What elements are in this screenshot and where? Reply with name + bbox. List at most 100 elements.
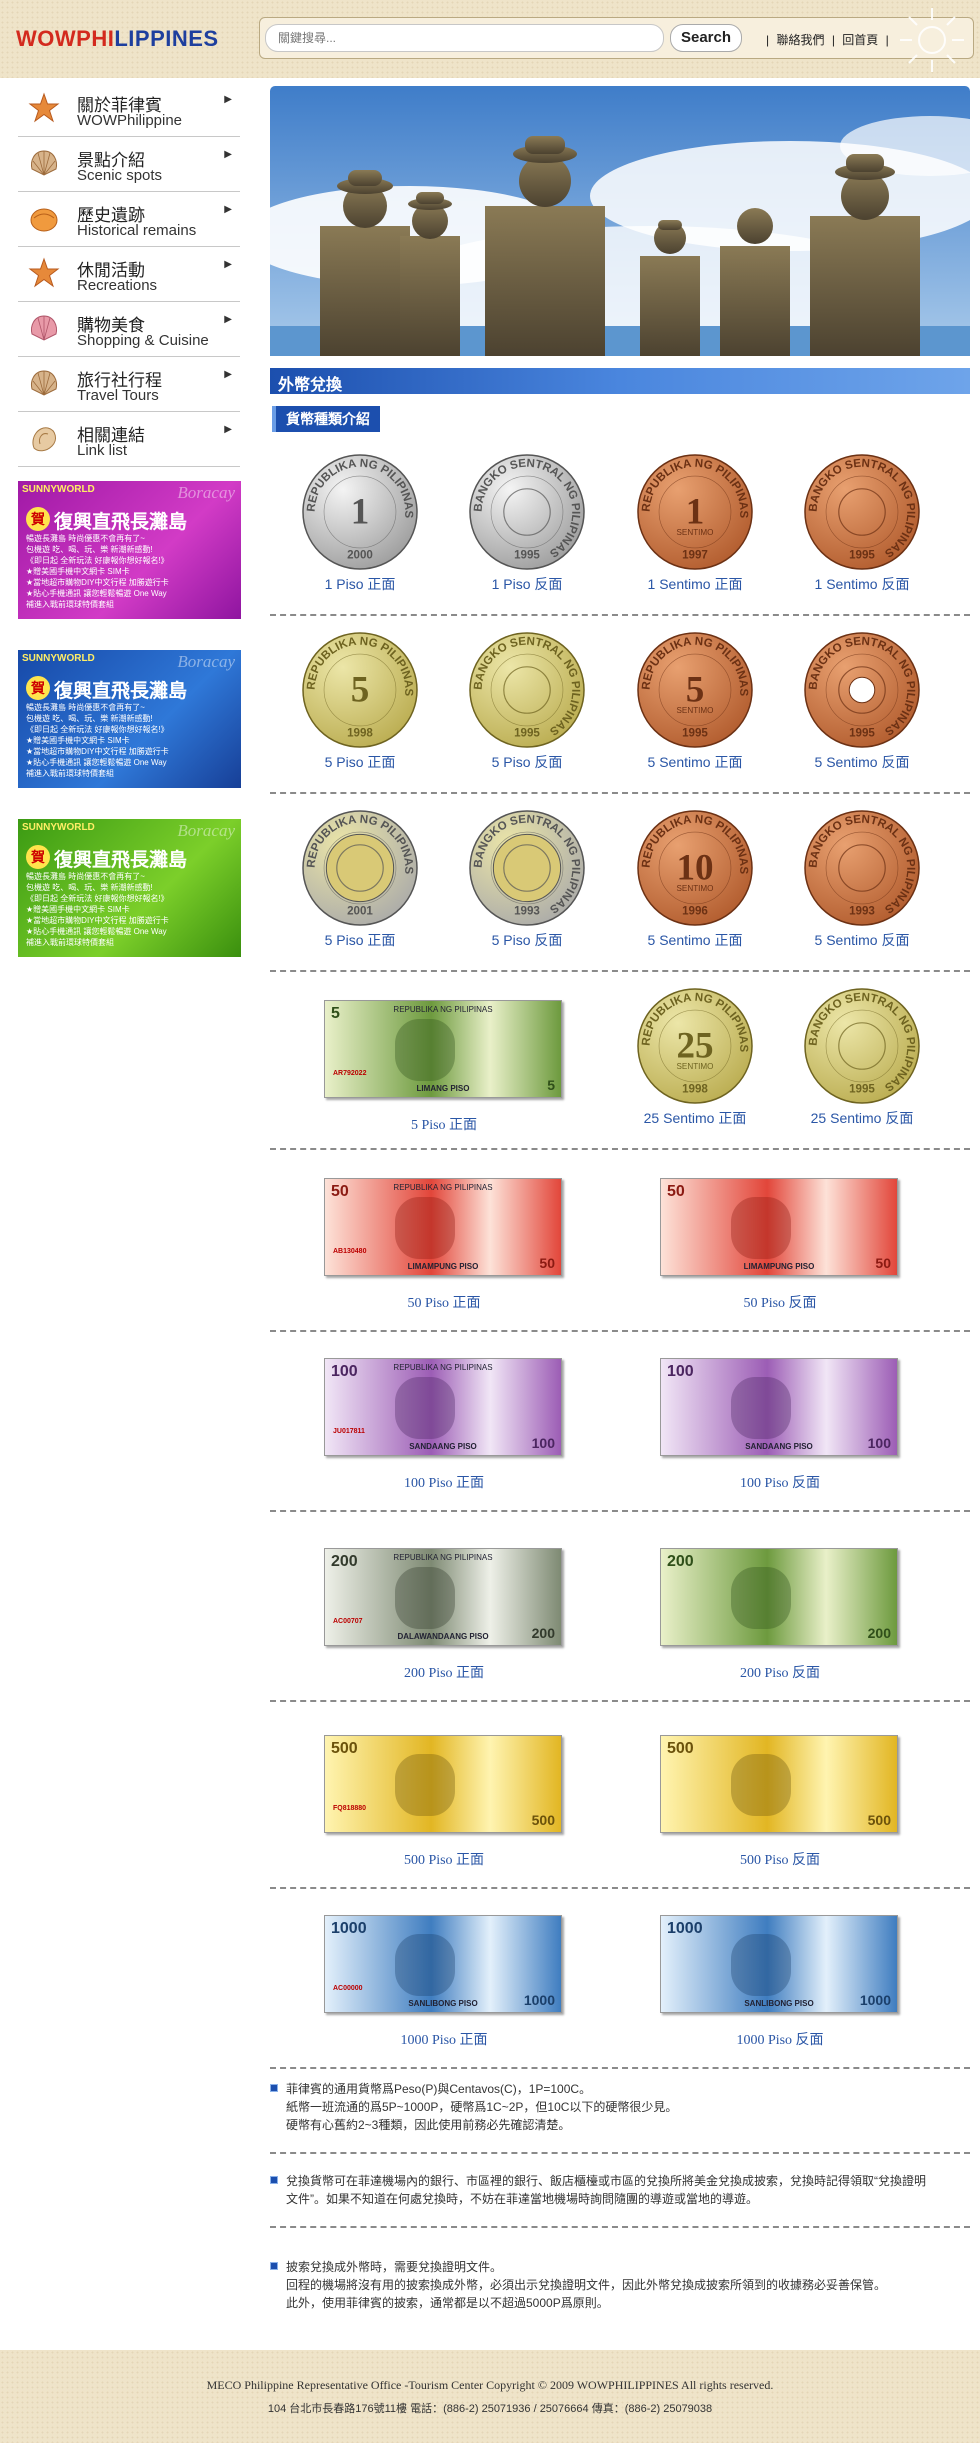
note-portrait — [395, 1377, 455, 1439]
coin-caption: 1 Piso 正面 — [324, 576, 396, 592]
logo-part2: L — [114, 26, 129, 51]
coin-caption: 1 Sentimo 反面 — [814, 576, 910, 592]
sidebar-item-scenic-spots[interactable]: 景點介紹 Scenic spots ▶ — [18, 137, 240, 192]
promo-banner-ad[interactable]: SUNNYWORLD Boracay 賀復興直飛長灘島 暢遊長灘島 時尚優惠不會再有了… — [18, 650, 241, 788]
info-line: 文件”。如果不知道在何處兌換時，不妨在菲達當地機場時詢問隨團的導遊或當地的導遊。 — [286, 2192, 758, 2206]
note-name-text: LIMANG PISO — [416, 1084, 470, 1093]
coin-item: BANGKO SENTRAL NG PILIPINAS 1995 1 Piso 反面 — [447, 448, 607, 608]
note-serial: AC00000 — [333, 1985, 363, 1992]
coin-caption: 5 Sentimo 正面 — [647, 754, 743, 770]
ad-title: 復興直飛長灘島 — [54, 850, 188, 871]
svg-text:1995: 1995 — [849, 548, 875, 561]
note-name-text: SANDAANG PISO — [745, 1442, 813, 1451]
sidebar-item-label-en: Link list — [77, 442, 128, 459]
promo-banner-ad[interactable]: SUNNYWORLD Boracay 賀復興直飛長灘島 暢遊長灘島 時尚優惠不會再有了… — [18, 819, 241, 957]
sidebar-item-historical-remains[interactable]: 歷史遺跡 Historical remains ▶ — [18, 192, 240, 247]
coin-item: BANGKO SENTRAL NG PILIPINAS 1995 1 Sentimo… — [782, 448, 942, 608]
currency-row: 50 50 REPUBLIKA NG PILIPINAS LIMAMPUNG PISO… — [270, 1160, 970, 1332]
home-link[interactable]: 回首頁 — [842, 33, 878, 47]
note-denomination: 200 — [667, 1553, 694, 1570]
svg-text:1995: 1995 — [514, 726, 540, 739]
banknote-image: 200 200 REPUBLIKA NG PILIPINAS DALAWANDAANG… — [324, 1548, 562, 1646]
note-portrait — [731, 1754, 791, 1816]
ad-line: ★貼心手機通訊 讓您輕鬆暢遊 One Way — [26, 927, 167, 936]
currency-row: 1000 1000 SANLIBONG PISO AC00000 1000 Piso 正… — [270, 1897, 970, 2069]
note-serial: AB130480 — [333, 1248, 367, 1255]
banknote-image: 50 50 REPUBLIKA NG PILIPINAS LIMAMPUNG PISO… — [324, 1178, 562, 1276]
sidebar-item-shopping-cuisine[interactable]: 購物美食 Shopping & Cuisine ▶ — [18, 302, 240, 357]
banknote-caption: 50 Piso 正面 — [407, 1296, 481, 1311]
note-serial: AR792022 — [333, 1070, 367, 1077]
note-portrait — [731, 1197, 791, 1259]
conch-shell-icon — [28, 422, 60, 454]
sidebar-nav: 關於菲律賓 WOWPhilippine ▶ 景點介紹 Scenic spots ▶ 歷史遺跡… — [18, 82, 240, 467]
site-header: WOWPHILIPPINES Search | 聯絡我們 | 回首頁 | — [0, 0, 980, 78]
search-button[interactable]: Search — [670, 24, 742, 52]
ad-boracay: Boracay — [177, 821, 235, 840]
note-denomination-corner: 500 — [867, 1812, 891, 1828]
chevron-right-icon: ▶ — [224, 314, 232, 325]
coin-item: REPUBLIKA NG PILIPINAS 1 SENTIMO 1997 1 Sent… — [615, 448, 775, 608]
note-name-text: SANDAANG PISO — [409, 1442, 477, 1451]
note-denomination: 500 — [331, 1740, 358, 1757]
contact-link[interactable]: 聯絡我們 — [776, 33, 824, 47]
info-paragraph: 菲律賓的通用貨幣爲Peso(P)與Centavos(C)，1P=100C。 紙幣一… — [270, 2080, 970, 2154]
site-logo[interactable]: WOWPHILIPPINES — [16, 26, 219, 52]
scallop-shell-icon — [28, 367, 60, 399]
note-denomination: 1000 — [331, 1920, 367, 1937]
svg-text:1993: 1993 — [514, 904, 540, 917]
ad-line: 補進入戰前環球特價套組 — [26, 769, 114, 778]
coin-image: BANGKO SENTRAL NG PILIPINAS1995 — [469, 632, 585, 748]
note-band-text: REPUBLIKA NG PILIPINAS — [393, 1553, 493, 1562]
banknote-item: 100 100 REPUBLIKA NG PILIPINAS SANDAANG PIS… — [304, 1340, 584, 1494]
svg-text:2001: 2001 — [347, 904, 373, 917]
coin-image: BANGKO SENTRAL NG PILIPINAS1993 — [804, 810, 920, 926]
info-line: 紙幣一班流通的爲5P~1000P，硬幣爲1C~2P，但10C以下的硬幣很少見。 — [286, 2100, 678, 2114]
note-serial: JU017811 — [333, 1428, 365, 1435]
ad-line: ★當地超市購物DIY中文行程 加勝遊行卡 — [26, 916, 169, 925]
note-portrait — [395, 1197, 455, 1259]
banknote-item: 1000 1000 SANLIBONG PISO AC00000 1000 Piso 正… — [304, 1897, 584, 2051]
sub-heading: 貨幣種類介紹 — [272, 406, 380, 432]
banknote-caption: 200 Piso 反面 — [739, 1666, 821, 1681]
ad-badge: 賀 — [26, 845, 50, 869]
chevron-right-icon: ▶ — [224, 149, 232, 160]
svg-text:1998: 1998 — [682, 1082, 708, 1095]
ad-line: ★當地超市購物DIY中文行程 加勝遊行卡 — [26, 747, 169, 756]
note-band-text: REPUBLIKA NG PILIPINAS — [393, 1005, 493, 1014]
coin-image: REPUBLIKA NG PILIPINAS5SENTIMO1995 — [637, 632, 753, 748]
logo-wow: WOW — [16, 26, 77, 51]
coin-caption: 5 Piso 正面 — [324, 754, 396, 770]
coin-image: BANGKO SENTRAL NG PILIPINAS1995 — [804, 988, 920, 1104]
coin-item: REPUBLIKA NG PILIPINAS 10 SENTIMO 1996 5 Sen… — [615, 804, 775, 964]
ad-line: 包機遊 吃、喝、玩、樂 新潮新感動! — [26, 883, 153, 892]
coin-image: REPUBLIKA NG PILIPINAS2001 — [302, 810, 418, 926]
banknote-caption: 500 Piso 反面 — [739, 1853, 821, 1868]
info-paragraph: 兌換貨幣可在菲達機場內的銀行、市區裡的銀行、飯店櫃檯或市區的兌換所將美金兌換成披… — [270, 2172, 970, 2228]
ad-line: ★贈美國手機中文網卡 SIM卡 — [26, 567, 130, 576]
sidebar-item-link-list[interactable]: 相關連結 Link list ▶ — [18, 412, 240, 467]
info-text: 兌換貨幣可在菲達機場內的銀行、市區裡的銀行、飯店櫃檯或市區的兌換所將美金兌換成披… — [286, 2172, 970, 2208]
promo-banner-ad[interactable]: SUNNYWORLD Boracay 賀復興直飛長灘島 暢遊長灘島 時尚優惠不會再有了… — [18, 481, 241, 619]
coin-caption: 1 Piso 反面 — [491, 576, 563, 592]
search-input[interactable] — [265, 24, 664, 52]
sidebar-item-travel-tours[interactable]: 旅行社行程 Travel Tours ▶ — [18, 357, 240, 412]
note-serial: FQ818880 — [333, 1805, 367, 1812]
sidebar-item-recreations[interactable]: 休閒活動 Recreations ▶ — [18, 247, 240, 302]
ad-line: ★貼心手機通訊 讓您輕鬆暢遊 One Way — [26, 589, 167, 598]
sidebar-item-wowphilippine[interactable]: 關於菲律賓 WOWPhilippine ▶ — [18, 82, 240, 137]
banknote-item: 50 50 LIMAMPUNG PISO 50 Piso 反面 — [640, 1160, 920, 1314]
banknote-item: 1000 1000 SANLIBONG PISO 1000 Piso 反面 — [640, 1897, 920, 2051]
svg-text:1998: 1998 — [347, 726, 373, 739]
svg-text:1995: 1995 — [849, 1082, 875, 1095]
currency-row: REPUBLIKA NG PILIPINAS 5 1998 5 Piso 正面 BANG… — [270, 626, 970, 794]
coin-caption: 25 Sentimo 正面 — [643, 1110, 747, 1126]
note-name-text: SANLIBONG PISO — [408, 1999, 478, 2008]
bullet-icon — [270, 2176, 278, 2184]
coin-item: REPUBLIKA NG PILIPINAS 1 2000 1 Piso 正面 — [280, 448, 440, 608]
note-name-text: SANLIBONG PISO — [744, 1999, 814, 2008]
chevron-right-icon: ▶ — [224, 204, 232, 215]
info-line: 披索兌換成外幣時，需要兌換證明文件。 — [286, 2260, 503, 2274]
coin-image: REPUBLIKA NG PILIPINAS51998 — [302, 632, 418, 748]
coin-image: BANGKO SENTRAL NG PILIPINAS1995 — [469, 454, 585, 570]
